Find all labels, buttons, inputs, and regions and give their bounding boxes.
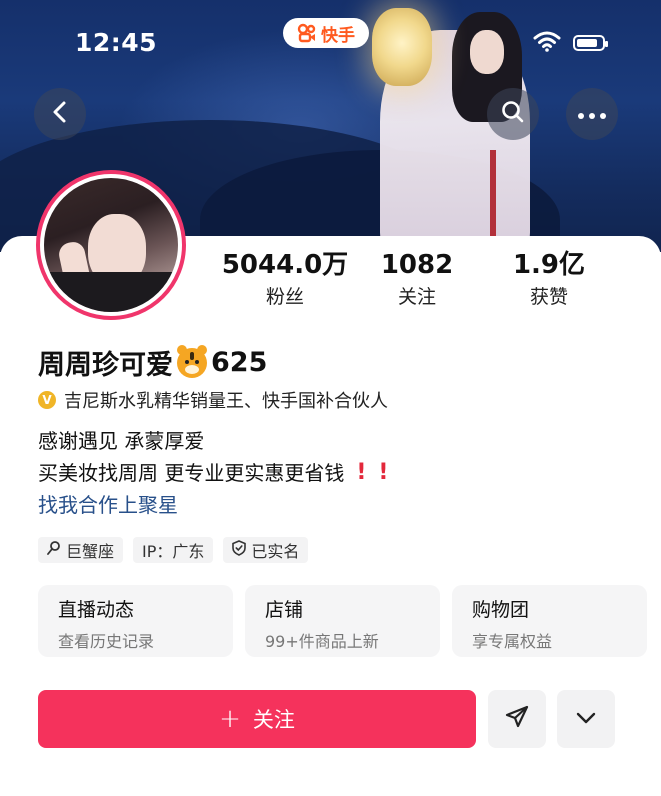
- exclamation-icon: !: [378, 460, 389, 485]
- profile-name-text: 周周珍可爱: [38, 350, 173, 381]
- status-icons: [533, 30, 608, 56]
- stat-value: 1082: [380, 250, 454, 280]
- brand-name: 快手: [321, 25, 355, 46]
- card-title: 店铺: [265, 599, 304, 621]
- stat-value: 5044.0万: [221, 250, 349, 280]
- search-icon: [500, 99, 526, 129]
- shop-card[interactable]: 店铺 99+件商品上新: [245, 585, 440, 657]
- chevron-left-icon: [50, 100, 70, 128]
- battery-icon: [573, 35, 608, 51]
- tag-label: 已实名: [251, 542, 300, 561]
- more-horizontal-icon: [577, 105, 607, 124]
- tag-verified: 已实名: [223, 537, 309, 563]
- share-button[interactable]: [488, 690, 546, 748]
- profile-name: 周周珍可爱 625: [38, 343, 267, 382]
- banner-ribbon: [490, 150, 496, 240]
- stat-label: 粉丝: [265, 286, 304, 308]
- stat-following[interactable]: 1082 关注: [347, 250, 487, 309]
- kuaishou-logo-icon: [297, 23, 317, 43]
- card-title: 购物团: [472, 599, 530, 621]
- banner-figure-face: [470, 30, 504, 74]
- send-icon: [504, 704, 530, 734]
- live-history-card[interactable]: 直播动态 查看历史记录: [38, 585, 233, 657]
- stat-likes[interactable]: 1.9亿 获赞: [479, 250, 619, 309]
- more-button[interactable]: [566, 88, 618, 140]
- back-button[interactable]: [34, 88, 86, 140]
- stat-label: 关注: [397, 286, 436, 308]
- status-time: 12:45: [75, 28, 158, 57]
- avatar[interactable]: [36, 170, 186, 320]
- card-subtitle: 享专属权益: [472, 632, 553, 651]
- card-title: 直播动态: [58, 599, 135, 621]
- verified-text: 吉尼斯水乳精华销量王、快手国补合伙人: [64, 391, 388, 412]
- shield-check-icon: [232, 540, 247, 560]
- verified-badge-icon: V: [38, 391, 56, 409]
- follow-button[interactable]: + 关注: [38, 690, 476, 748]
- tag-label: 巨蟹座: [66, 542, 115, 561]
- tag-constellation: 巨蟹座: [38, 537, 124, 563]
- shopping-group-card[interactable]: 购物团 享专属权益: [452, 585, 647, 657]
- tag-ip: IP：广东: [133, 537, 214, 563]
- banner-lantern: [372, 8, 432, 86]
- verified-row: V 吉尼斯水乳精华销量王、快手国补合伙人: [38, 387, 388, 413]
- exclamation-icon: !: [356, 460, 367, 485]
- card-subtitle: 查看历史记录: [58, 632, 155, 651]
- tiger-face-icon: [177, 344, 207, 378]
- bio-line: 感谢遇见 承蒙厚爱: [38, 425, 388, 457]
- cooperation-link[interactable]: 找我合作上聚星: [38, 489, 388, 521]
- plus-icon: +: [219, 704, 241, 734]
- stat-value: 1.9亿: [512, 250, 586, 280]
- card-subtitle: 99+件商品上新: [265, 632, 379, 651]
- profile-tags: 巨蟹座 IP：广东 已实名: [38, 537, 309, 563]
- profile-bio: 感谢遇见 承蒙厚爱 买美妆找周周 更专业更实惠更省钱 ! ! 找我合作上聚星: [38, 425, 388, 521]
- avatar-photo: [44, 178, 178, 312]
- stat-label: 获赞: [529, 286, 568, 308]
- chevron-down-icon: [575, 710, 597, 729]
- stat-followers[interactable]: 5044.0万 粉丝: [215, 250, 355, 309]
- follow-label: 关注: [252, 708, 295, 732]
- tag-label: IP：广东: [142, 542, 205, 561]
- profile-name-suffix: 625: [211, 347, 268, 378]
- wifi-icon: [533, 30, 561, 56]
- cooperation-link-text: 找我合作上聚星: [38, 493, 178, 517]
- expand-button[interactable]: [557, 690, 615, 748]
- bio-line: 买美妆找周周 更专业更实惠更省钱 ! !: [38, 457, 388, 489]
- search-button[interactable]: [487, 88, 539, 140]
- brand-badge: 快手: [283, 18, 369, 48]
- entry-cards: 直播动态 查看历史记录 店铺 99+件商品上新 购物团 享专属权益: [38, 585, 647, 657]
- avatar-shirt: [44, 272, 178, 312]
- bio-text: 买美妆找周周 更专业更实惠更省钱: [38, 461, 345, 485]
- bio-text: 感谢遇见 承蒙厚爱: [38, 429, 205, 453]
- pin-icon: [47, 540, 61, 560]
